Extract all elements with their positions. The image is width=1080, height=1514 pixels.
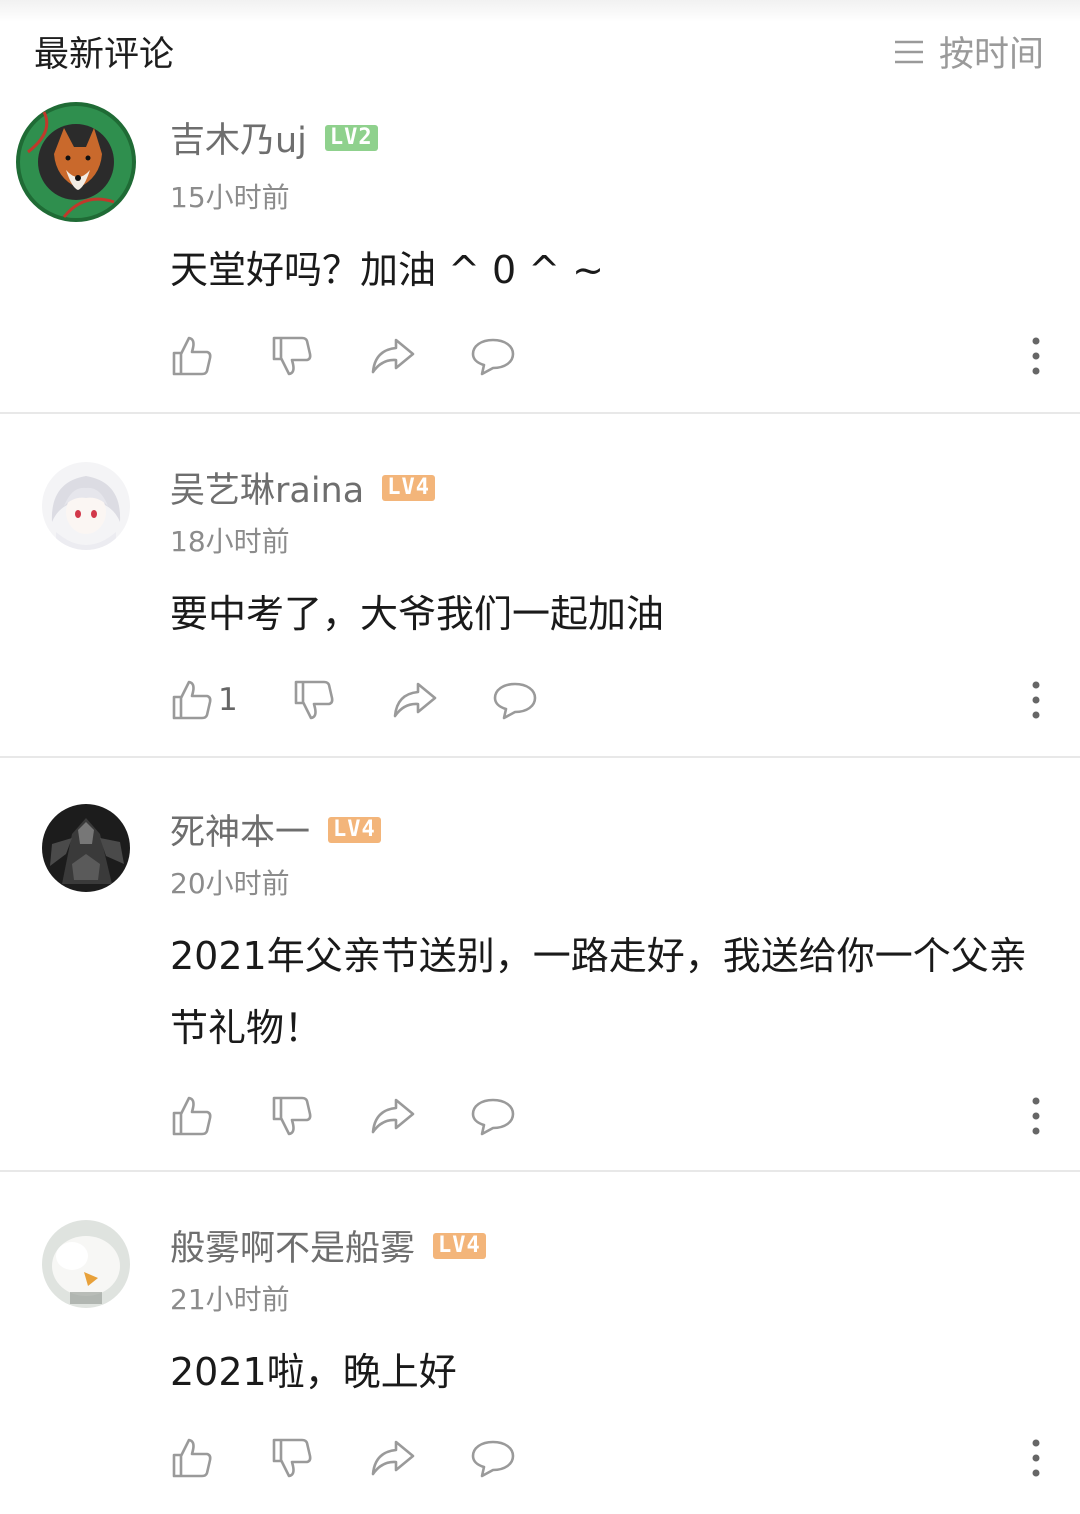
- reply-button[interactable]: [470, 1094, 530, 1138]
- comment-item: 吉木乃uj LV2 15小时前 天堂好吗？加油 ^ 0 ^ ~: [0, 92, 1080, 414]
- level-badge: LV4: [433, 1232, 486, 1259]
- section-title: 最新评论: [34, 35, 175, 75]
- commenter-name[interactable]: 死神本一: [170, 804, 310, 855]
- share-arrow-icon: [370, 1438, 416, 1478]
- comment-text: 要中考了，大爷我们一起加油: [170, 592, 665, 636]
- speech-bubble-icon: [492, 680, 538, 720]
- share-button[interactable]: [370, 1094, 470, 1138]
- thumbs-up-icon: [170, 1436, 214, 1480]
- commenter-name[interactable]: 吉木乃uj: [170, 112, 307, 163]
- comment-item: 死神本一 LV4 20小时前 2021年父亲节送别，一路走好，我送给你一个父亲节…: [0, 758, 1080, 1172]
- reply-button[interactable]: [470, 334, 530, 378]
- sort-toggle[interactable]: 按时间: [893, 26, 1044, 77]
- reply-button[interactable]: [470, 1436, 530, 1480]
- level-badge: LV2: [324, 124, 378, 151]
- comment-text: 天堂好吗？加油 ^ 0 ^ ~: [170, 248, 605, 292]
- white-bird-avatar[interactable]: [42, 1220, 130, 1308]
- more-options-button[interactable]: [1030, 1096, 1042, 1136]
- dislike-button[interactable]: [270, 1094, 370, 1138]
- thumbs-down-icon: [270, 1094, 314, 1138]
- share-button[interactable]: [370, 1436, 470, 1480]
- comments-header: 最新评论 按时间: [0, 0, 1080, 92]
- vertical-dots-icon: [1030, 680, 1042, 720]
- more-options-button[interactable]: [1030, 336, 1042, 376]
- list-lines-icon: [893, 38, 925, 66]
- vertical-dots-icon: [1030, 1096, 1042, 1136]
- dislike-button[interactable]: [270, 1436, 370, 1480]
- anime-girl-avatar[interactable]: [42, 462, 130, 550]
- like-button[interactable]: [170, 1436, 270, 1480]
- comment-text: 2021啦，晚上好: [170, 1350, 457, 1394]
- comment-text: 2021年父亲节送别，一路走好，我送给你一个父亲节礼物！: [170, 934, 1027, 1050]
- speech-bubble-icon: [470, 1438, 516, 1478]
- like-button[interactable]: 1: [170, 678, 292, 722]
- level-badge: LV4: [382, 474, 435, 501]
- thumbs-up-icon: [170, 678, 214, 722]
- commenter-name[interactable]: 般雾啊不是船雾: [170, 1220, 415, 1271]
- share-button[interactable]: [370, 334, 470, 378]
- comment-time: 20小时前: [170, 867, 290, 900]
- sort-label: 按时间: [938, 35, 1044, 75]
- like-button[interactable]: [170, 1094, 270, 1138]
- share-arrow-icon: [370, 1096, 416, 1136]
- thumbs-down-icon: [270, 334, 314, 378]
- dark-figure-avatar[interactable]: [42, 804, 130, 892]
- dislike-button[interactable]: [270, 334, 370, 378]
- thumbs-up-icon: [170, 334, 214, 378]
- like-count: 1: [218, 682, 238, 718]
- comment-time: 21小时前: [170, 1283, 290, 1316]
- more-options-button[interactable]: [1030, 680, 1042, 720]
- share-arrow-icon: [392, 680, 438, 720]
- commenter-name[interactable]: 吴艺琳raina: [170, 462, 364, 513]
- comment-item: 吴艺琳raina LV4 18小时前 要中考了，大爷我们一起加油 1: [0, 414, 1080, 758]
- level-badge: LV4: [328, 816, 381, 843]
- like-button[interactable]: [170, 334, 270, 378]
- share-arrow-icon: [370, 336, 416, 376]
- thumbs-down-icon: [270, 1436, 314, 1480]
- dislike-button[interactable]: [292, 678, 392, 722]
- more-options-button[interactable]: [1030, 1438, 1042, 1478]
- share-button[interactable]: [392, 678, 492, 722]
- speech-bubble-icon: [470, 1096, 516, 1136]
- comment-time: 15小时前: [170, 181, 290, 214]
- reply-button[interactable]: [492, 678, 552, 722]
- fox-wreath-avatar[interactable]: [14, 92, 138, 226]
- speech-bubble-icon: [470, 336, 516, 376]
- thumbs-down-icon: [292, 678, 336, 722]
- thumbs-up-icon: [170, 1094, 214, 1138]
- vertical-dots-icon: [1030, 336, 1042, 376]
- comment-item: 般雾啊不是船雾 LV4 21小时前 2021啦，晚上好: [0, 1172, 1080, 1514]
- comment-time: 18小时前: [170, 525, 290, 558]
- vertical-dots-icon: [1030, 1438, 1042, 1478]
